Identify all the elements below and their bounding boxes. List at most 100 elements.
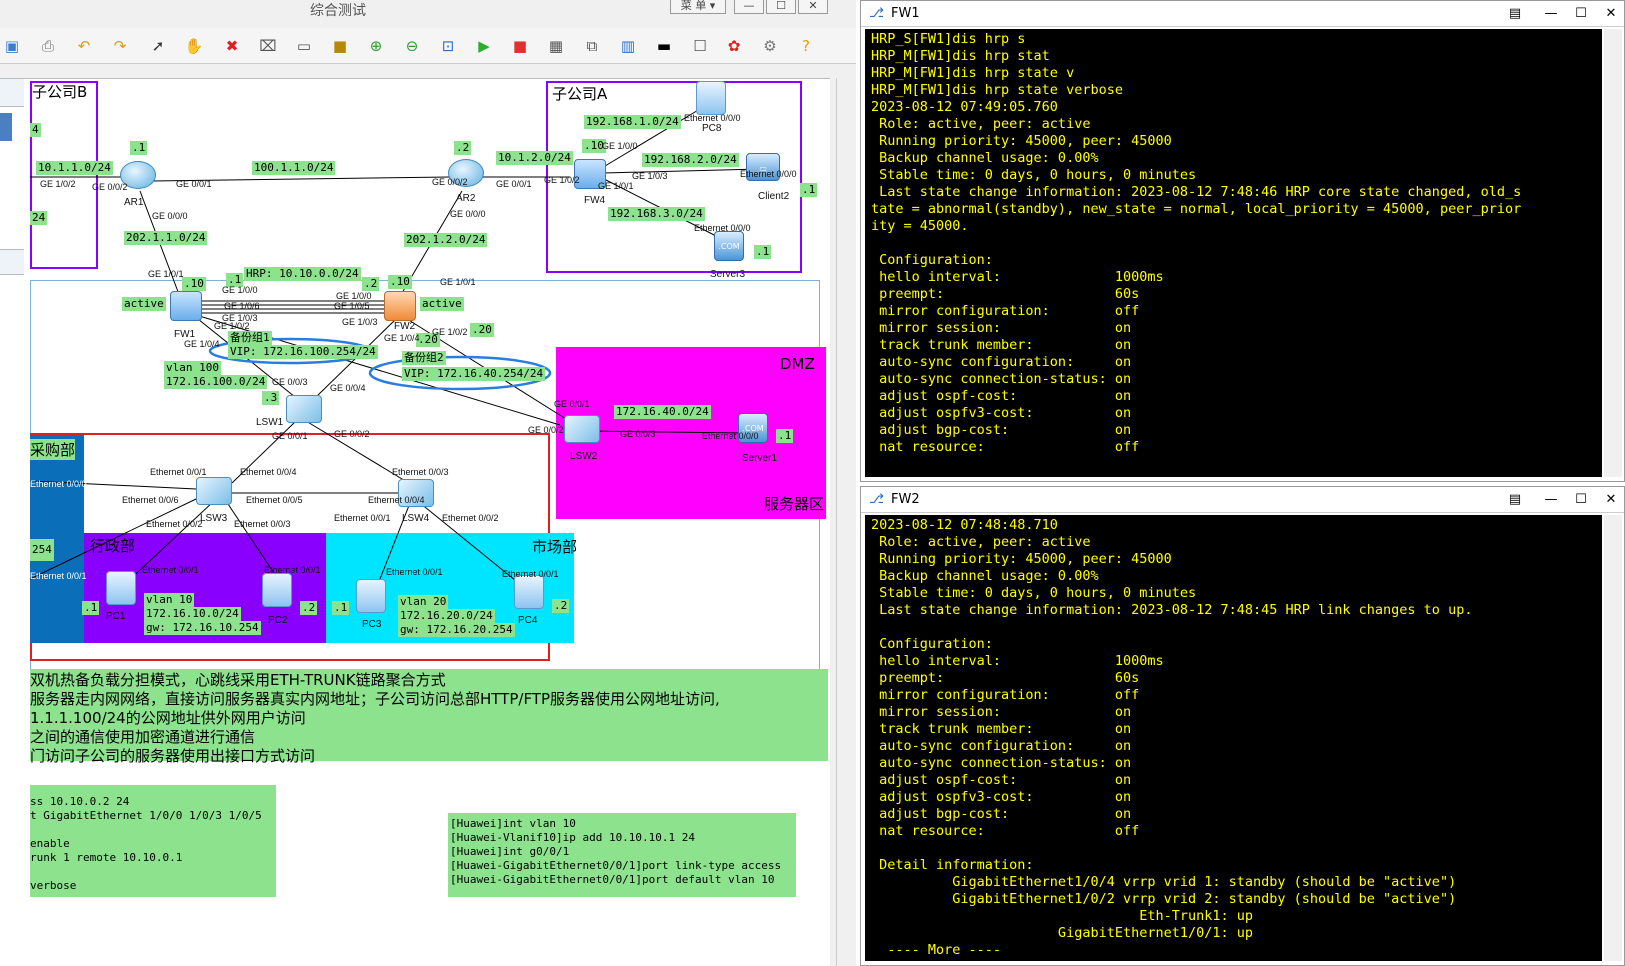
firewall-fw2-icon[interactable] — [384, 291, 416, 321]
terminal-line: Eth-Trunk1: up — [871, 908, 1254, 924]
fw2-maximize-button[interactable]: ☐ — [1567, 490, 1595, 510]
port-label: Ethernet 0/0/4 — [368, 495, 425, 505]
canvas-scrollbar[interactable] — [836, 78, 852, 966]
rect-icon[interactable]: ■ — [330, 36, 350, 56]
fw2-console[interactable]: 2023-08-12 07:48:48.710 Role: active, pe… — [865, 515, 1602, 961]
terminal-icon: ⎇ — [869, 492, 884, 507]
fw1-terminal-window[interactable]: ⎇ FW1 ▤ — ☐ ✕ HRP_S[FW1]dis hrp s HRP_M[F… — [860, 0, 1625, 482]
fw2-scrollbar[interactable] — [1604, 515, 1622, 961]
chat-icon[interactable]: ☐ — [690, 36, 710, 56]
net-label: 202.1.1.0/24 — [124, 231, 208, 245]
fw1-state-badge: active — [122, 297, 166, 311]
addr-label: .1 — [800, 183, 818, 197]
vlan100-label: vlan 100 — [164, 361, 221, 375]
vip-group1-title: 备份组1 — [228, 331, 272, 345]
vlan10-gw: gw: 172.16.10.254 — [144, 621, 261, 635]
terminal-line: auto-sync connection-status: on — [871, 755, 1132, 771]
port-label: Ethernet 0/0/0 — [694, 223, 751, 233]
topology-icon[interactable]: ⧉ — [582, 36, 602, 56]
firewall-fw1-icon[interactable] — [170, 291, 202, 321]
terminal-line: preempt: 60s — [871, 670, 1140, 686]
net-label: 192.168.3.0/24 — [608, 207, 705, 221]
switch-lsw3-icon[interactable] — [196, 477, 232, 505]
settings-icon[interactable]: ⚙ — [760, 36, 780, 56]
maximize-button[interactable]: ☐ — [766, 0, 796, 14]
zoom-in-icon[interactable]: ⊕ — [366, 36, 386, 56]
stop-icon[interactable]: ■ — [510, 36, 530, 56]
undo-icon[interactable]: ↶ — [74, 36, 94, 56]
terminal-line: HRP_M[FW1]dis hrp stat — [871, 48, 1050, 64]
fw2-minimize-button[interactable]: — — [1537, 490, 1565, 510]
fw2-options-button[interactable]: ▤ — [1501, 490, 1529, 510]
port-label: GE 1/0/1 — [148, 269, 184, 279]
fw1-title: FW1 — [891, 6, 920, 21]
port-label: Ethernet 0/0/4 — [240, 467, 297, 477]
hand-icon[interactable]: ✋ — [184, 36, 204, 56]
select-icon[interactable]: ➚ — [148, 36, 168, 56]
fw2-close-button[interactable]: ✕ — [1597, 490, 1625, 510]
fw1-close-button[interactable]: ✕ — [1597, 4, 1625, 24]
close-button[interactable]: ✕ — [798, 0, 828, 14]
topology-canvas[interactable]: 子公司B 子公司A DMZ 服务器区 采购部 行政部 市场部 ▭ .COM .C… — [0, 78, 830, 966]
help-icon[interactable]: ? — [796, 36, 816, 56]
pc2-icon[interactable] — [262, 573, 292, 607]
fw1-options-button[interactable]: ▤ — [1501, 4, 1529, 24]
terminal-line: Detail information: — [871, 857, 1034, 873]
fit-icon[interactable]: ⊡ — [438, 36, 458, 56]
pc4-icon[interactable] — [514, 575, 544, 609]
capture-icon[interactable]: ▦ — [546, 36, 566, 56]
menu-button[interactable]: 菜 单 ▾ — [670, 0, 726, 14]
port-label: GE 1/0/2 — [544, 175, 580, 185]
start-icon[interactable]: ▶ — [474, 36, 494, 56]
fw1-scrollbar[interactable] — [1604, 29, 1622, 477]
fw1-output: HRP_S[FW1]dis hrp s HRP_M[FW1]dis hrp sta… — [871, 31, 1521, 456]
fw1-console[interactable]: HRP_S[FW1]dis hrp s HRP_M[FW1]dis hrp sta… — [865, 29, 1602, 477]
addr-label: .2 — [362, 277, 380, 291]
terminal-line: 2023-08-12 07:48:48.710 — [871, 517, 1058, 533]
ensp-window: 综合测试 菜 单 ▾ — ☐ ✕ ▣ ⎙ ↶ ↷ ➚ ✋ ✖ ⌧ ▭ ■ ⊕ ⊖… — [0, 0, 856, 966]
title-bar: 综合测试 菜 单 ▾ — ☐ ✕ — [0, 0, 856, 24]
switch-lsw2-icon[interactable] — [564, 415, 600, 443]
terminal-line: mirror session: on — [871, 320, 1132, 336]
pc3-label: PC3 — [362, 619, 382, 630]
switch-lsw1-icon[interactable] — [286, 395, 322, 423]
pc8-icon[interactable] — [696, 81, 726, 115]
config-note-right: [Huawei]int vlan 10 [Huawei-Vlanif10]ip … — [448, 813, 796, 897]
addr-label: .1 — [130, 141, 148, 155]
minimize-button[interactable]: — — [734, 0, 764, 14]
fw1-minimize-button[interactable]: — — [1537, 4, 1565, 24]
pc1-icon[interactable] — [106, 571, 136, 605]
server3-icon[interactable]: .COM — [714, 231, 744, 261]
pc3-icon[interactable] — [356, 579, 386, 613]
terminal-line: adjust ospfv3-cost: on — [871, 789, 1132, 805]
delete-icon[interactable]: ✖ — [222, 36, 242, 56]
cli-icon[interactable]: ▬ — [654, 36, 674, 56]
vlan10-net: 172.16.10.0/24 — [144, 607, 241, 621]
addr-label: .2 — [454, 141, 472, 155]
fw1-maximize-button[interactable]: ☐ — [1567, 4, 1595, 24]
save-icon[interactable]: ▣ — [2, 36, 22, 56]
terminal-line: GigabitEthernet1/0/4 vrrp vrid 1: standb… — [871, 874, 1457, 890]
redo-icon[interactable]: ↷ — [110, 36, 130, 56]
notes-panel: 双机热备负载分担模式，心跳线采用ETH-TRUNK链路聚合方式 服务器走内网网络… — [30, 669, 828, 765]
table-icon[interactable]: ▥ — [618, 36, 638, 56]
huawei-icon[interactable]: ✿ — [724, 36, 744, 56]
ar1-label: AR1 — [124, 197, 144, 208]
net-label: 202.1.2.0/24 — [404, 233, 488, 247]
fw1-titlebar: ⎇ FW1 ▤ — ☐ ✕ — [861, 1, 1624, 27]
fw2-terminal-window[interactable]: ⎇ FW2 ▤ — ☐ ✕ 2023-08-12 07:48:48.710 Ro… — [860, 486, 1625, 966]
clear-icon[interactable]: ⌧ — [258, 36, 278, 56]
text-icon[interactable]: ▭ — [294, 36, 314, 56]
print-icon[interactable]: ⎙ — [38, 36, 58, 56]
addr-label: .1 — [82, 601, 100, 615]
terminal-icon: ⎇ — [869, 6, 884, 21]
terminal-line: Configuration: — [871, 252, 993, 268]
note-line: 双机热备负载分担模式，心跳线采用ETH-TRUNK链路聚合方式 — [30, 671, 446, 689]
port-label: GE 0/0/1 — [496, 179, 532, 189]
port-label: Ethernet 0/0/1 — [334, 513, 391, 523]
zoom-out-icon[interactable]: ⊖ — [402, 36, 422, 56]
port-label: Ethernet 0/0/1 — [502, 569, 559, 579]
net-label: 10.1.1.0/24 — [36, 161, 113, 175]
port-label: GE 1/0/2 — [432, 327, 468, 337]
